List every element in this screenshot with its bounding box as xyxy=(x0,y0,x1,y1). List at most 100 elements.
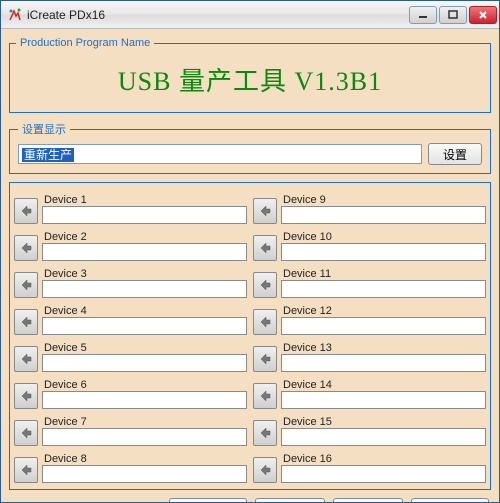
device-input[interactable] xyxy=(281,280,486,298)
device-label: Device 11 xyxy=(281,268,486,280)
device-body: Device 15 xyxy=(281,416,486,446)
device-input[interactable] xyxy=(281,428,486,446)
device-row: Device 6 xyxy=(14,374,247,411)
device-body: Device 12 xyxy=(281,305,486,335)
device-label: Device 14 xyxy=(281,379,486,391)
device-body: Device 4 xyxy=(42,305,247,335)
device-row: Device 16 xyxy=(253,448,486,485)
arrow-left-icon[interactable] xyxy=(253,309,277,335)
device-body: Device 2 xyxy=(42,231,247,261)
device-label: Device 5 xyxy=(42,342,247,354)
device-body: Device 16 xyxy=(281,453,486,483)
device-row: Device 12 xyxy=(253,300,486,337)
device-input[interactable] xyxy=(42,206,247,224)
device-input[interactable] xyxy=(281,391,486,409)
arrow-left-icon[interactable] xyxy=(14,420,38,446)
device-input[interactable] xyxy=(42,243,247,261)
arrow-left-icon[interactable] xyxy=(14,309,38,335)
device-input[interactable] xyxy=(42,317,247,335)
device-input[interactable] xyxy=(281,243,486,261)
device-input[interactable] xyxy=(281,206,486,224)
program-name-legend: Production Program Name xyxy=(16,37,154,49)
arrow-left-icon[interactable] xyxy=(253,457,277,483)
device-input[interactable] xyxy=(281,465,486,483)
settings-button[interactable]: 设置 xyxy=(428,143,482,165)
arrow-left-icon[interactable] xyxy=(14,235,38,261)
device-label: Device 13 xyxy=(281,342,486,354)
device-label: Device 10 xyxy=(281,231,486,243)
device-row: Device 7 xyxy=(14,411,247,448)
device-body: Device 8 xyxy=(42,453,247,483)
device-label: Device 15 xyxy=(281,416,486,428)
device-row: Device 11 xyxy=(253,263,486,300)
stop-button[interactable]: 终止 xyxy=(255,498,325,502)
footer-buttons: 全部开始 终止 弹出 量产信息 xyxy=(9,494,491,502)
maximize-button[interactable] xyxy=(439,6,467,24)
arrow-left-icon[interactable] xyxy=(14,272,38,298)
arrow-left-icon[interactable] xyxy=(253,383,277,409)
banner: USB 量产工具 V1.3B1 xyxy=(16,53,484,108)
window-controls xyxy=(409,6,497,24)
arrow-left-icon[interactable] xyxy=(253,272,277,298)
device-body: Device 14 xyxy=(281,379,486,409)
device-column-right: Device 9 Device 10 Device 11 Device 12 Devic… xyxy=(253,189,486,485)
device-body: Device 6 xyxy=(42,379,247,409)
device-label: Device 6 xyxy=(42,379,247,391)
settings-group: 设置显示 重新生产 设置 xyxy=(9,121,491,174)
device-body: Device 5 xyxy=(42,342,247,372)
device-row: Device 4 xyxy=(14,300,247,337)
device-row: Device 15 xyxy=(253,411,486,448)
device-input[interactable] xyxy=(281,354,486,372)
device-input[interactable] xyxy=(42,354,247,372)
device-label: Device 4 xyxy=(42,305,247,317)
device-row: Device 5 xyxy=(14,337,247,374)
app-window: iCreate PDx16 Production Program Name US… xyxy=(0,0,500,503)
mp-info-button[interactable]: 量产信息 xyxy=(411,498,489,502)
device-label: Device 12 xyxy=(281,305,486,317)
arrow-left-icon[interactable] xyxy=(14,383,38,409)
device-grid: Device 1 Device 2 Device 3 Device 4 Device 5… xyxy=(9,182,491,490)
arrow-left-icon[interactable] xyxy=(253,198,277,224)
device-label: Device 2 xyxy=(42,231,247,243)
close-button[interactable] xyxy=(469,6,497,24)
device-body: Device 9 xyxy=(281,194,486,224)
settings-input[interactable]: 重新生产 xyxy=(18,144,422,164)
arrow-left-icon[interactable] xyxy=(253,346,277,372)
device-input[interactable] xyxy=(42,428,247,446)
device-label: Device 3 xyxy=(42,268,247,280)
device-label: Device 9 xyxy=(281,194,486,206)
arrow-left-icon[interactable] xyxy=(253,235,277,261)
device-input[interactable] xyxy=(42,465,247,483)
arrow-left-icon[interactable] xyxy=(14,346,38,372)
arrow-left-icon[interactable] xyxy=(253,420,277,446)
device-row: Device 2 xyxy=(14,226,247,263)
device-body: Device 3 xyxy=(42,268,247,298)
device-input[interactable] xyxy=(281,317,486,335)
app-icon xyxy=(7,7,23,23)
arrow-left-icon[interactable] xyxy=(14,457,38,483)
start-all-button[interactable]: 全部开始 xyxy=(169,498,247,502)
device-input[interactable] xyxy=(42,280,247,298)
device-column-left: Device 1 Device 2 Device 3 Device 4 Device 5… xyxy=(14,189,247,485)
device-row: Device 13 xyxy=(253,337,486,374)
minimize-button[interactable] xyxy=(409,6,437,24)
eject-button[interactable]: 弹出 xyxy=(333,498,403,502)
device-row: Device 10 xyxy=(253,226,486,263)
window-title: iCreate PDx16 xyxy=(27,8,409,22)
arrow-left-icon[interactable] xyxy=(14,198,38,224)
program-name-group: Production Program Name USB 量产工具 V1.3B1 xyxy=(9,37,491,113)
device-body: Device 1 xyxy=(42,194,247,224)
banner-text: USB 量产工具 V1.3B1 xyxy=(118,67,382,96)
client-area: Production Program Name USB 量产工具 V1.3B1 … xyxy=(1,29,499,502)
device-body: Device 13 xyxy=(281,342,486,372)
device-label: Device 8 xyxy=(42,453,247,465)
device-label: Device 7 xyxy=(42,416,247,428)
device-body: Device 10 xyxy=(281,231,486,261)
device-label: Device 16 xyxy=(281,453,486,465)
device-body: Device 7 xyxy=(42,416,247,446)
device-label: Device 1 xyxy=(42,194,247,206)
device-row: Device 14 xyxy=(253,374,486,411)
device-row: Device 8 xyxy=(14,448,247,485)
titlebar: iCreate PDx16 xyxy=(1,1,499,29)
device-input[interactable] xyxy=(42,391,247,409)
